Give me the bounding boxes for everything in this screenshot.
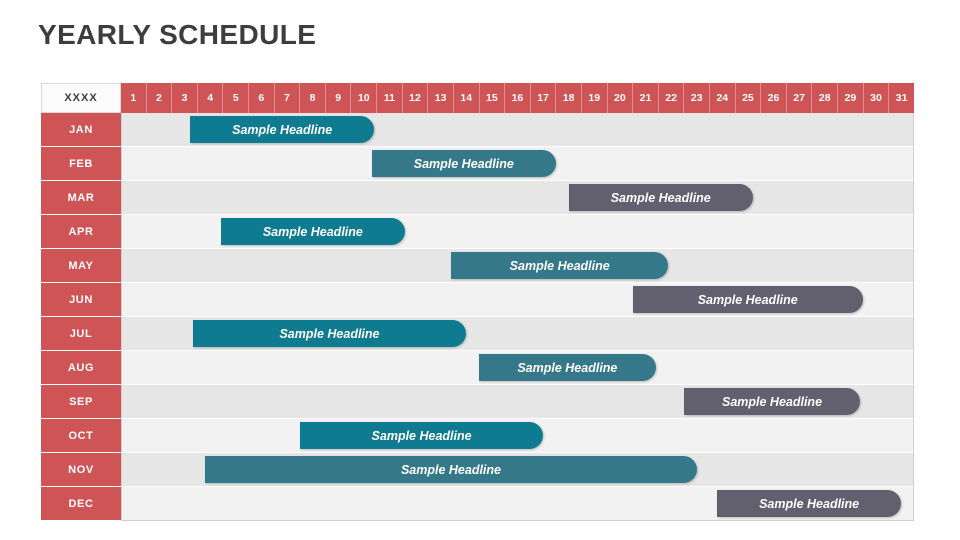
month-row: OCT Sample Headline	[41, 419, 914, 453]
month-row: FEB Sample Headline	[41, 147, 914, 181]
task-bar[interactable]: Sample Headline	[632, 286, 863, 313]
task-bar[interactable]: Sample Headline	[205, 456, 697, 483]
month-row: SEP Sample Headline	[41, 385, 914, 419]
day-header-cell[interactable]: 17	[530, 83, 557, 113]
day-header-cell[interactable]: 20	[607, 83, 634, 113]
task-bar[interactable]: Sample Headline	[192, 320, 467, 347]
day-header-cell[interactable]: 28	[812, 83, 839, 113]
month-track: Sample Headline	[121, 283, 914, 317]
month-label-sep[interactable]: SEP	[41, 385, 121, 419]
yearly-schedule-gantt: XXXX 1 2 3 4 5 6 7 8 9 10 11 12 13 14 15 16 17 18 19 20 21 22…	[41, 83, 914, 521]
day-header-cell[interactable]: 30	[863, 83, 890, 113]
month-label-apr[interactable]: APR	[41, 215, 121, 249]
day-header-cell[interactable]: 6	[249, 83, 275, 113]
day-header-cell[interactable]: 25	[735, 83, 762, 113]
day-header-cell[interactable]: 9	[325, 83, 352, 113]
month-track: Sample Headline	[121, 215, 914, 249]
month-track: Sample Headline	[121, 487, 914, 521]
day-header-cell[interactable]: 2	[146, 83, 173, 113]
day-header-cell[interactable]: 27	[786, 83, 813, 113]
day-header-cell[interactable]: 1	[121, 83, 147, 113]
day-header-cell[interactable]: 5	[223, 83, 250, 113]
month-label-feb[interactable]: FEB	[41, 147, 121, 181]
day-header-cell[interactable]: 4	[197, 83, 224, 113]
month-row: NOV Sample Headline	[41, 453, 914, 487]
day-header-scale: 1 2 3 4 5 6 7 8 9 10 11 12 13 14 15 16 17 18 19 20 21 22 23 24 2…	[121, 83, 914, 113]
day-header-cell[interactable]: 24	[710, 83, 736, 113]
day-header-cell[interactable]: 15	[479, 83, 506, 113]
month-label-dec[interactable]: DEC	[41, 487, 121, 521]
task-bar[interactable]: Sample Headline	[717, 490, 902, 517]
task-bar[interactable]: Sample Headline	[190, 116, 375, 143]
month-row: JAN Sample Headline	[41, 113, 914, 147]
day-header-cell[interactable]: 10	[351, 83, 378, 113]
month-label-mar[interactable]: MAR	[41, 181, 121, 215]
day-header-cell[interactable]: 11	[377, 83, 403, 113]
month-row: AUG Sample Headline	[41, 351, 914, 385]
task-bar[interactable]: Sample Headline	[220, 218, 405, 245]
month-track: Sample Headline	[121, 147, 914, 181]
day-header-cell[interactable]: 22	[658, 83, 685, 113]
month-track: Sample Headline	[121, 181, 914, 215]
schedule-body: JAN Sample Headline FEB Sample Headline MAR S…	[41, 113, 914, 521]
day-header-cell[interactable]: 7	[274, 83, 301, 113]
month-track: Sample Headline	[121, 113, 914, 147]
day-header-cell[interactable]: 26	[761, 83, 787, 113]
day-header-cell[interactable]: 3	[172, 83, 198, 113]
month-label-may[interactable]: MAY	[41, 249, 121, 283]
month-track: Sample Headline	[121, 453, 914, 487]
day-header-cell[interactable]: 23	[684, 83, 711, 113]
month-label-jan[interactable]: JAN	[41, 113, 121, 147]
month-label-oct[interactable]: OCT	[41, 419, 121, 453]
month-row: MAR Sample Headline	[41, 181, 914, 215]
day-header-cell[interactable]: 8	[300, 83, 326, 113]
day-header-cell[interactable]: 19	[581, 83, 608, 113]
month-row: JUN Sample Headline	[41, 283, 914, 317]
day-header-cell[interactable]: 21	[633, 83, 659, 113]
month-track: Sample Headline	[121, 385, 914, 419]
day-header-cell[interactable]: 31	[889, 83, 914, 113]
day-header-cell[interactable]: 29	[838, 83, 864, 113]
day-header-cell[interactable]: 18	[556, 83, 582, 113]
task-bar[interactable]: Sample Headline	[683, 388, 861, 415]
month-track: Sample Headline	[121, 351, 914, 385]
slide-canvas: YEARLY SCHEDULE XXXX 1 2 3 4 5 6 7 8 9 10 11 12 13 14…	[0, 0, 960, 540]
month-label-jul[interactable]: JUL	[41, 317, 121, 351]
month-label-jun[interactable]: JUN	[41, 283, 121, 317]
day-header-cell[interactable]: 13	[428, 83, 454, 113]
month-label-nov[interactable]: NOV	[41, 453, 121, 487]
month-row: MAY Sample Headline	[41, 249, 914, 283]
month-row: JUL Sample Headline	[41, 317, 914, 351]
month-track: Sample Headline	[121, 419, 914, 453]
month-track: Sample Headline	[121, 317, 914, 351]
day-header-cell[interactable]: 16	[505, 83, 531, 113]
month-row: APR Sample Headline	[41, 215, 914, 249]
day-header-cell[interactable]: 12	[402, 83, 429, 113]
task-bar[interactable]: Sample Headline	[371, 150, 556, 177]
month-row: DEC Sample Headline	[41, 487, 914, 521]
month-track: Sample Headline	[121, 249, 914, 283]
page-title: YEARLY SCHEDULE	[38, 19, 317, 50]
schedule-header-row: XXXX 1 2 3 4 5 6 7 8 9 10 11 12 13 14 15 16 17 18 19 20 21 22…	[41, 83, 914, 113]
month-label-aug[interactable]: AUG	[41, 351, 121, 385]
task-bar[interactable]: Sample Headline	[450, 252, 669, 279]
day-header-cell[interactable]: 14	[453, 83, 480, 113]
task-bar[interactable]: Sample Headline	[300, 422, 544, 449]
task-bar[interactable]: Sample Headline	[479, 354, 656, 381]
corner-year-cell[interactable]: XXXX	[41, 83, 121, 113]
task-bar[interactable]: Sample Headline	[568, 184, 753, 211]
